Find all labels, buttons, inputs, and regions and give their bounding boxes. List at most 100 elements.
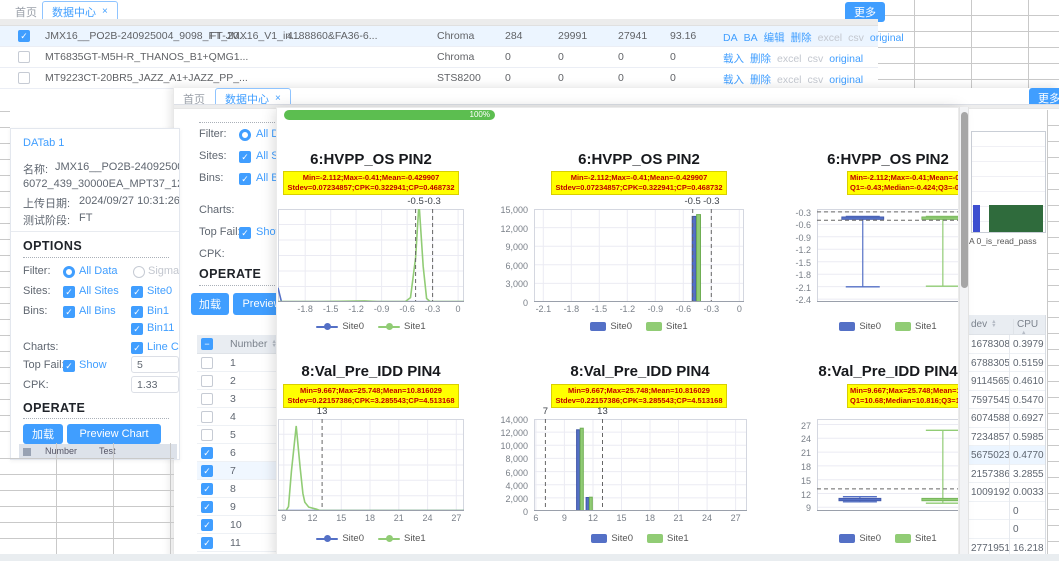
legend-square-swatch [591, 534, 607, 543]
action-link[interactable]: 载入 [723, 53, 744, 65]
chart-stats-annotation: Min=9.667;Max=25.748;Mean=10.816029Stdev… [283, 384, 459, 408]
x-tick-label: 9 [276, 513, 298, 523]
sort-icon[interactable]: ▲▼ [991, 320, 996, 329]
bin1-label[interactable]: Bin1 [147, 305, 169, 317]
all-sites-label[interactable]: All Sites [79, 285, 119, 297]
action-link[interactable]: DA [723, 32, 738, 44]
preview-chart-button[interactable]: Preview Chart [67, 424, 161, 444]
tabbar-divider [0, 19, 878, 26]
line-chart-label[interactable]: Line Ch [147, 341, 180, 353]
action-link[interactable]: original [870, 32, 904, 44]
all-bins-label[interactable]: All Bins [79, 305, 116, 317]
bin11-label[interactable]: Bin11 [147, 322, 174, 334]
legend-item[interactable]: Site0 [591, 533, 633, 544]
legend-label: Site0 [859, 321, 881, 332]
bin11-checkbox[interactable]: ✓ [131, 323, 143, 335]
modal-scrollbar-track[interactable] [959, 107, 969, 561]
all-data-radio[interactable] [239, 129, 251, 141]
legend-item[interactable]: Site1 [378, 321, 426, 332]
close-icon[interactable]: × [275, 94, 281, 104]
row-checkbox[interactable]: ✓ [201, 465, 213, 477]
all-data-label[interactable]: All Data [79, 265, 118, 277]
action-link[interactable]: 删除 [750, 53, 771, 65]
row-checkbox[interactable] [201, 375, 213, 387]
load-button[interactable]: 加载 [23, 424, 63, 444]
legend-item[interactable]: Site1 [895, 533, 937, 544]
select-all-checkbox[interactable]: − [201, 338, 213, 350]
row-checkbox[interactable]: ✓ [201, 483, 213, 495]
action-link[interactable]: 删除 [791, 32, 812, 44]
number-column-header[interactable]: Number▲▼ [230, 338, 277, 350]
row-checkbox[interactable] [201, 411, 213, 423]
y-tick-label: 18 [773, 462, 811, 472]
legend-item[interactable]: Site0 [316, 533, 364, 544]
all-bins-checkbox[interactable]: ✓ [239, 173, 251, 185]
show-checkbox[interactable]: ✓ [239, 227, 251, 239]
legend-label: Site1 [666, 321, 688, 332]
cpk-label: CPK: [23, 379, 49, 391]
dev-column-header[interactable]: dev▲▼ [971, 319, 997, 330]
legend-item[interactable]: Site0 [839, 321, 881, 332]
progress-bar: 100% [284, 110, 495, 120]
number-cell: 2 [230, 375, 236, 387]
mini-bar-label: A 0_is_read_pass [969, 236, 1037, 246]
legend-item[interactable]: Site0 [839, 533, 881, 544]
all-data-radio[interactable] [63, 266, 75, 278]
chart-legend: Site0 Site1 [296, 321, 446, 332]
action-link[interactable]: csv [808, 74, 824, 86]
action-link[interactable]: excel [818, 32, 843, 44]
topfail-input[interactable] [131, 356, 179, 373]
sites-label: Sites: [199, 150, 227, 162]
back-tab-home[interactable]: 首页 [15, 4, 37, 20]
cpk-input[interactable] [131, 376, 179, 393]
legend-label: Site0 [859, 533, 881, 544]
datab-tab[interactable]: DATab 1 [23, 137, 64, 149]
site0-label[interactable]: Site0 [147, 285, 172, 297]
y-tick-label: 12,000 [490, 428, 528, 438]
row-checkbox[interactable]: ✓ [18, 30, 30, 42]
number-cell: 4 [230, 411, 236, 423]
show-checkbox[interactable]: ✓ [63, 360, 75, 372]
sigma-radio[interactable] [133, 266, 145, 278]
row-checkbox[interactable] [201, 393, 213, 405]
legend-item[interactable]: Site1 [646, 321, 688, 332]
legend-item[interactable]: Site1 [378, 533, 426, 544]
action-link[interactable]: csv [808, 53, 824, 65]
action-link[interactable]: original [829, 53, 863, 65]
line-chart-checkbox[interactable]: ✓ [131, 342, 143, 354]
row-checkbox[interactable] [18, 72, 30, 84]
action-link[interactable]: 编辑 [764, 32, 785, 44]
modal-scrollbar-thumb[interactable] [961, 112, 968, 288]
row-checkbox[interactable]: ✓ [201, 447, 213, 459]
table-row: 10091920.0033 [969, 483, 1045, 502]
row-checkbox[interactable] [18, 51, 30, 63]
cell-v3: 27941 [618, 30, 647, 42]
bin1-checkbox[interactable]: ✓ [131, 306, 143, 318]
row-checkbox[interactable]: ✓ [201, 519, 213, 531]
all-sites-checkbox[interactable]: ✓ [63, 286, 75, 298]
row-checkbox[interactable] [201, 357, 213, 369]
row-checkbox[interactable] [201, 429, 213, 441]
action-link[interactable]: excel [777, 74, 802, 86]
all-sites-checkbox[interactable]: ✓ [239, 151, 251, 163]
legend-item[interactable]: Site0 [590, 321, 632, 332]
load-button[interactable]: 加载 [191, 293, 229, 315]
site0-checkbox[interactable]: ✓ [131, 286, 143, 298]
legend-item[interactable]: Site1 [647, 533, 689, 544]
show-label[interactable]: Show [79, 359, 107, 371]
background-spreadsheet-grid [0, 443, 174, 561]
close-icon[interactable]: × [102, 7, 108, 17]
action-link[interactable]: excel [777, 53, 802, 65]
row-checkbox[interactable]: ✓ [201, 537, 213, 549]
legend-item[interactable]: Site1 [895, 321, 937, 332]
action-link[interactable]: 删除 [750, 74, 771, 86]
cell-tester: Chroma [437, 51, 474, 63]
action-link[interactable]: original [829, 74, 863, 86]
all-bins-checkbox[interactable]: ✓ [63, 306, 75, 318]
row-checkbox[interactable]: ✓ [201, 501, 213, 513]
legend-item[interactable]: Site0 [316, 321, 364, 332]
x-tick-label: -0.3 [419, 304, 447, 314]
action-link[interactable]: 载入 [723, 74, 744, 86]
action-link[interactable]: csv [848, 32, 864, 44]
action-link[interactable]: BA [744, 32, 758, 44]
